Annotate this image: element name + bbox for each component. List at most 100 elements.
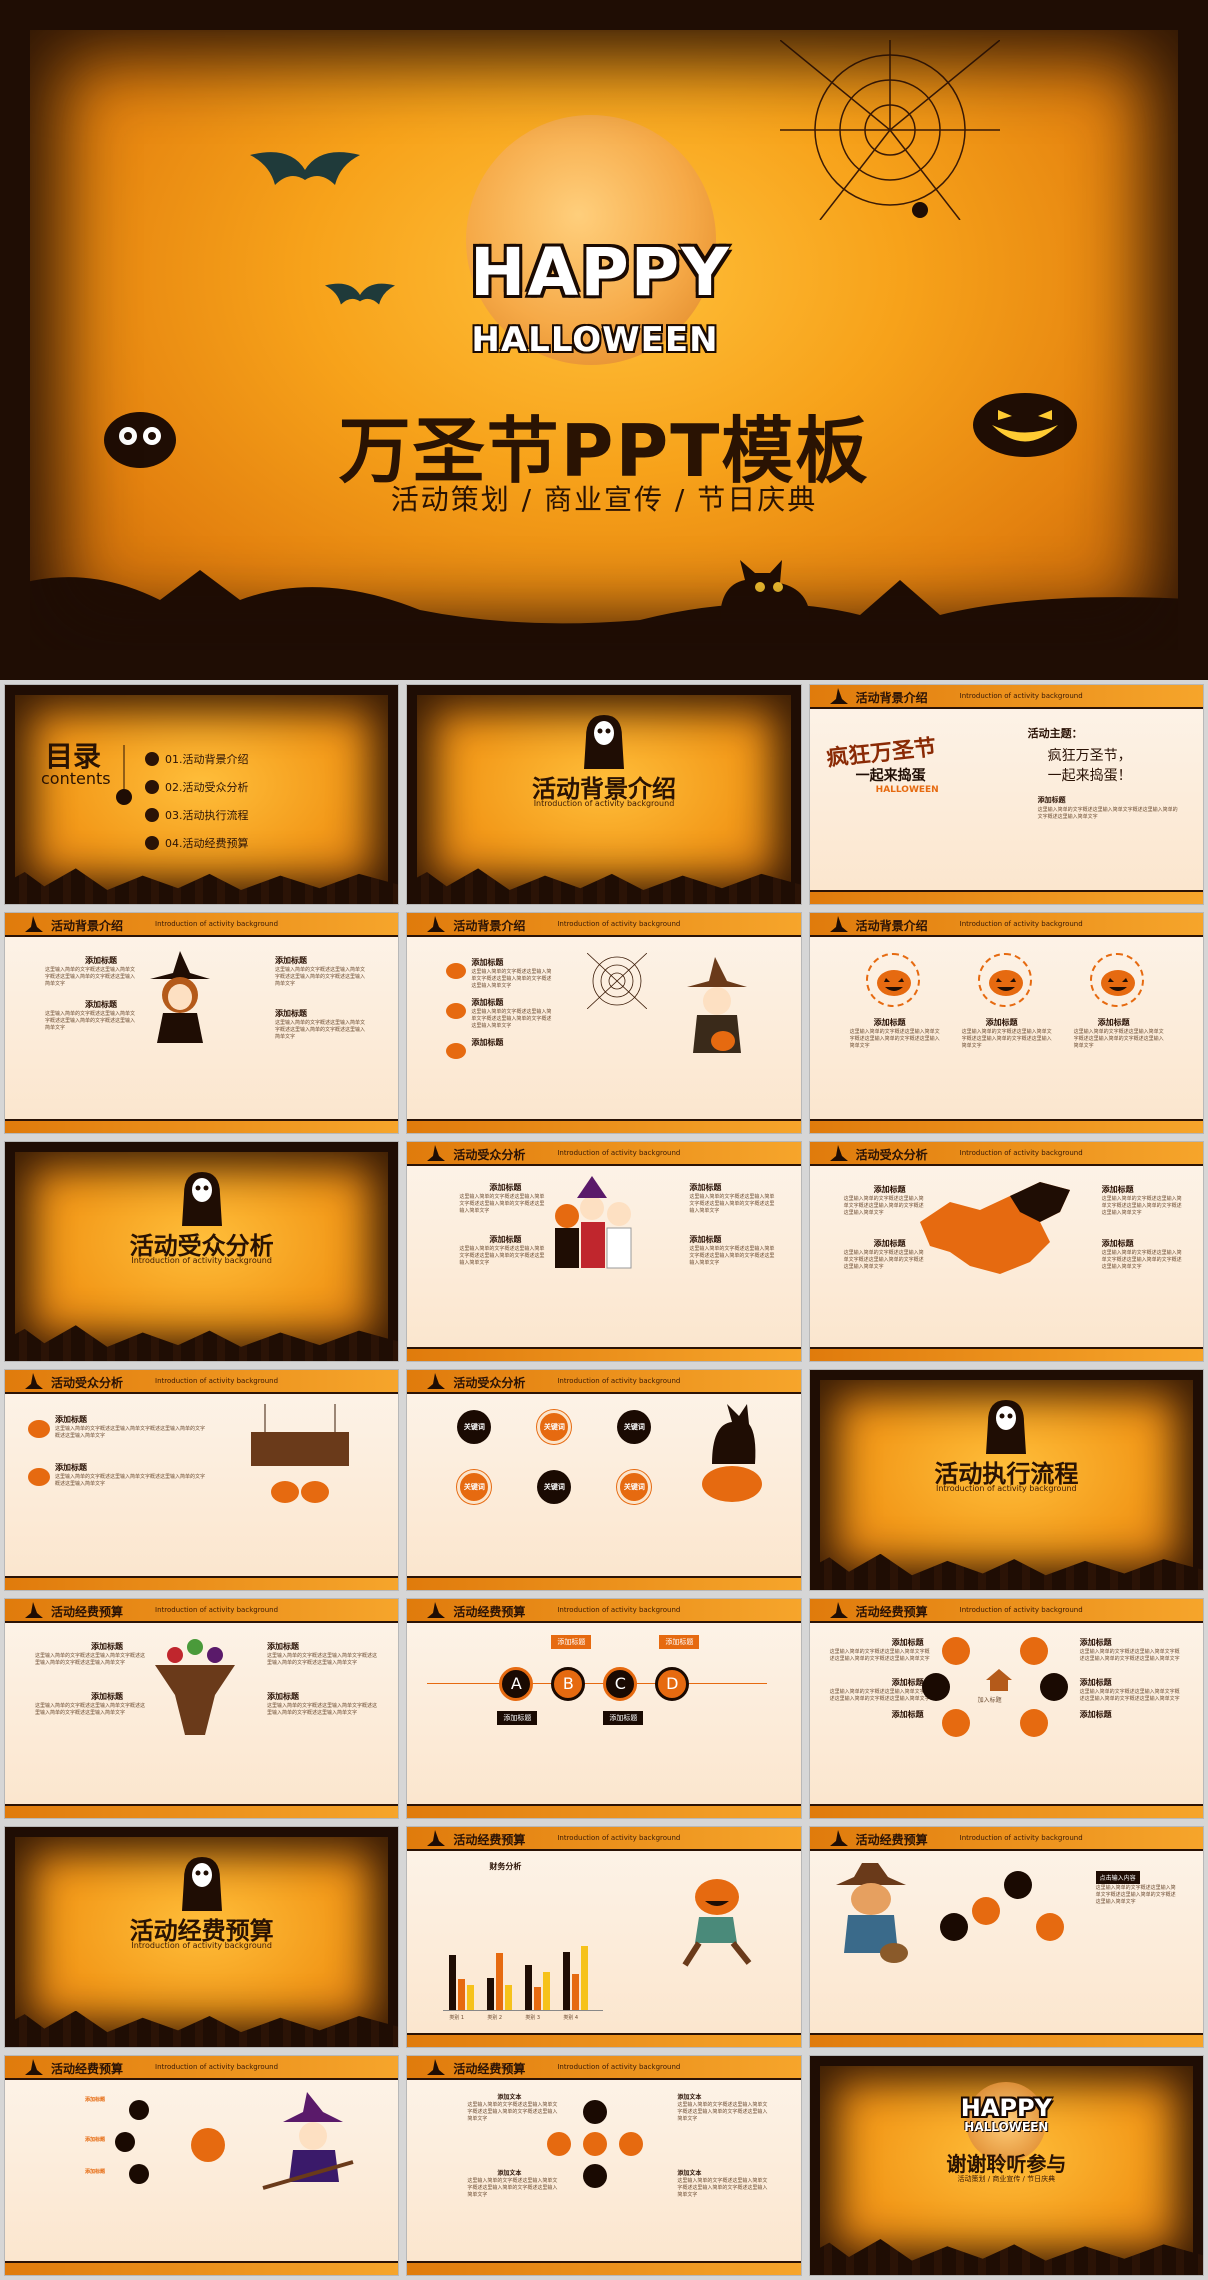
center-node[interactable] [191,2127,225,2162]
slide-budget-witch[interactable]: 活动经费预算 Introduction of activity backgroun… [4,2054,400,2276]
toc-item[interactable]: 03.活动执行流程 [145,801,249,829]
bar [534,1987,542,2011]
reaper-icon [986,1400,1027,1455]
headphones-icon[interactable] [583,2163,608,2188]
x-axis [443,2009,604,2011]
slide-bg-wizard[interactable]: 活动背景介绍 Introduction of activity backgroun… [406,912,802,1134]
database-icon[interactable] [1039,1672,1068,1701]
pumpkin-icon [28,1468,50,1487]
hanging-sign-icon [251,1404,349,1504]
pumpkin-icon [28,1420,50,1439]
phone-icon[interactable] [1019,1636,1048,1665]
spider-web-icon [780,40,1000,220]
section-subtitle: Introduction of activity background [533,799,675,808]
reaper-icon [145,836,159,850]
chat-icon[interactable] [941,1636,970,1665]
witch-girl-icon [150,951,210,1044]
witch-hat-icon [427,916,446,933]
slide-budget-abcd[interactable]: 活动经费预算 Introduction of activity backgroun… [406,1597,802,1820]
reaper-icon [145,752,159,766]
bar [458,1979,466,2011]
slide-audience-kids[interactable]: 活动受众分析 Introduction of activity backgroun… [406,1140,802,1363]
reaper-icon [181,1857,222,1912]
cover-subtitle: 活动策划 / 商业宣传 / 节日庆典 [390,483,818,516]
witch-hat-icon [25,1601,43,1618]
presentation-preview: HAPPY HALLOWEEN 万圣节PPT模板 活动策划 / 商业宣传 / 节… [0,0,1208,2280]
section-subtitle: Introduction of activity background [131,1941,272,1951]
slide-ending[interactable]: HAPPY HALLOWEEN 谢谢聆听参与 活动策划 / 商业宣传 / 节日庆… [808,2054,1204,2276]
camera-icon[interactable] [619,2131,644,2156]
slide-budget-chart[interactable]: 活动经费预算 Introduction of activity backgroun… [406,1826,802,2048]
node[interactable] [939,1913,968,1942]
node[interactable] [129,2099,149,2120]
step-d[interactable]: D [655,1666,690,1701]
halloween-logo-text: HALLOWEEN [964,2119,1049,2134]
save-icon[interactable] [583,2099,608,2124]
halloween-logo-text: HALLOWEEN [471,320,719,360]
witch-hat-icon [427,1373,446,1390]
bat-icon [325,283,395,305]
slide-audience-cycle[interactable]: 活动受众分析 Introduction of activity backgroun… [406,1369,802,1591]
scarecrow-icon [835,1863,908,1964]
slide-section-bg[interactable]: 活动背景介绍 Introduction of activity backgrou… [406,684,802,906]
slide-section-flow[interactable]: 活动执行流程 Introduction of activity backgrou… [808,1369,1204,1591]
node[interactable] [115,2131,135,2152]
witch-hat-icon [829,688,848,704]
reaper-icon [145,808,159,822]
node[interactable] [1003,1871,1032,1900]
section-subtitle: Introduction of activity background [936,1484,1077,1494]
jack-o-lantern-icon [876,970,911,997]
node[interactable] [1035,1913,1064,1942]
wrench-icon[interactable] [941,1708,970,1737]
slide-budget-text[interactable]: 活动经费预算 Introduction of activity backgroun… [406,2054,802,2276]
tools-icon[interactable] [1019,1708,1048,1737]
jack-o-lantern-icon [988,970,1023,997]
slide-budget-icons[interactable]: 活动经费预算 Introduction of activity backgroun… [808,1597,1204,1820]
bar [581,1945,589,2011]
slide-audience-sign[interactable]: 活动受众分析 Introduction of activity backgroun… [4,1369,400,1591]
target-icon[interactable] [583,2131,608,2156]
slide-toc[interactable]: 目录 contents 01.活动背景介绍 02.活动受众分析 03.活动执行流… [4,684,400,906]
step-b[interactable]: B [551,1666,586,1701]
bar [525,1965,533,2011]
slide-theme[interactable]: 活动背景介绍 Introduction of activity backgroun… [808,684,1204,906]
witch-hat-icon [829,1601,848,1618]
slide-budget-scarecrow[interactable]: 活动经费预算 Introduction of activity backgroun… [808,1826,1204,2048]
slide-section-audience[interactable]: 活动受众分析 Introduction of activity backgrou… [4,1140,400,1363]
pumpkin-badge [1089,953,1144,1008]
slide-audience-map[interactable]: 活动受众分析 Introduction of activity backgroun… [808,1140,1204,1363]
spider-web-icon [587,953,648,1010]
happy-logo-text: HAPPY [960,2093,1052,2122]
cover-slide[interactable]: HAPPY HALLOWEEN 万圣节PPT模板 活动策划 / 商业宣传 / 节… [0,0,1208,680]
keyword-circle[interactable]: 关键词 [457,1410,492,1445]
pumpkin-badge [865,953,920,1008]
step-c[interactable]: C [603,1666,638,1701]
slide-bg-witch[interactable]: 活动背景介绍 Introduction of activity backgroun… [4,912,400,1134]
bar [563,1952,571,2011]
toc-item[interactable]: 04.活动经费预算 [145,829,249,857]
witch-hat-icon [25,2058,43,2075]
node[interactable] [971,1897,1000,1926]
keyword-circle[interactable]: 关键词 [457,1470,492,1505]
spider-icon [116,745,132,805]
cloud-upload-icon[interactable] [547,2131,572,2156]
graveyard-silhouette [0,570,1208,680]
keyword-circle[interactable]: 关键词 [537,1410,572,1445]
cat-pumpkin-icon [702,1404,763,1503]
bar [543,1971,551,2011]
keyword-circle[interactable]: 关键词 [617,1470,652,1505]
keyword-circle[interactable]: 关键词 [617,1410,652,1445]
toc-item[interactable]: 02.活动受众分析 [145,773,249,801]
toc-item[interactable]: 01.活动背景介绍 [145,745,249,773]
slide-budget-candy[interactable]: 活动经费预算 Introduction of activity backgroun… [4,1597,400,1820]
theme-artwork: 疯狂万圣节 一起来捣蛋 HALLOWEEN [825,735,939,795]
node[interactable] [129,2163,149,2184]
section-subtitle: Introduction of activity background [131,1255,272,1265]
step-a[interactable]: A [499,1666,534,1701]
keyword-circle[interactable]: 关键词 [537,1470,572,1505]
slide-bg-pumpkins[interactable]: 活动背景介绍 Introduction of activity backgroun… [808,912,1204,1134]
flying-witch-icon [262,2091,354,2190]
witch-hat-icon [829,1830,848,1847]
slide-section-budget[interactable]: 活动经费预算 Introduction of activity backgrou… [4,1826,400,2048]
settings-icon[interactable] [921,1672,950,1701]
